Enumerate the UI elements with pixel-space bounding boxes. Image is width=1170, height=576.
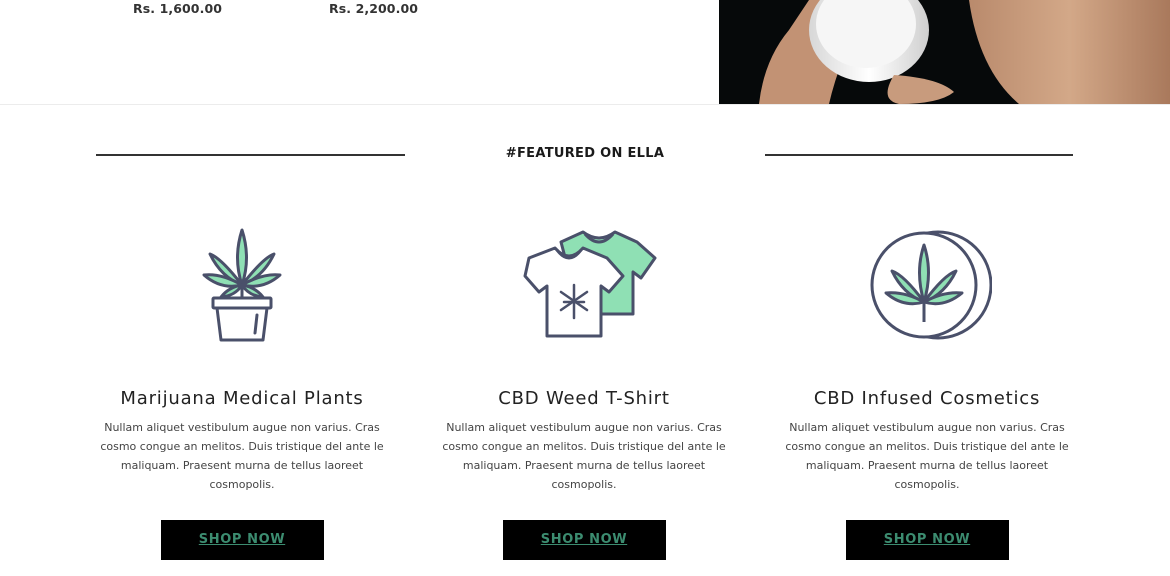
product-price: Rs. 2,200.00 xyxy=(329,1,419,16)
card-title: CBD Weed T-Shirt xyxy=(498,388,670,409)
shop-now-button[interactable]: SHOP NOW xyxy=(502,520,666,560)
shop-now-button[interactable]: SHOP NOW xyxy=(845,520,1009,560)
feature-card-medical-plants: Marijuana Medical Plants Nullam aliquet … xyxy=(71,220,413,560)
product-price: Rs. 1,600.00 xyxy=(133,1,223,16)
cosmetics-hero-image[interactable] xyxy=(719,0,1170,104)
heading-rule-right xyxy=(765,154,1073,156)
card-description: Nullam aliquet vestibulum augue non vari… xyxy=(100,421,384,491)
card-description: Nullam aliquet vestibulum augue non vari… xyxy=(785,421,1069,491)
cannabis-tshirt-icon xyxy=(413,220,755,350)
top-product-strip: Rs. 1,600.00 Rs. 2,200.00 xyxy=(0,0,1170,105)
card-title: Marijuana Medical Plants xyxy=(120,388,364,409)
cannabis-cosmetic-jar-icon xyxy=(756,220,1098,350)
feature-card-tshirt: CBD Weed T-Shirt Nullam aliquet vestibul… xyxy=(413,220,755,560)
shop-now-button[interactable]: SHOP NOW xyxy=(160,520,324,560)
feature-card-cosmetics: CBD Infused Cosmetics Nullam aliquet ves… xyxy=(756,220,1098,560)
potted-cannabis-plant-icon xyxy=(71,220,413,350)
card-description: Nullam aliquet vestibulum augue non vari… xyxy=(442,421,726,491)
card-title: CBD Infused Cosmetics xyxy=(813,388,1041,409)
